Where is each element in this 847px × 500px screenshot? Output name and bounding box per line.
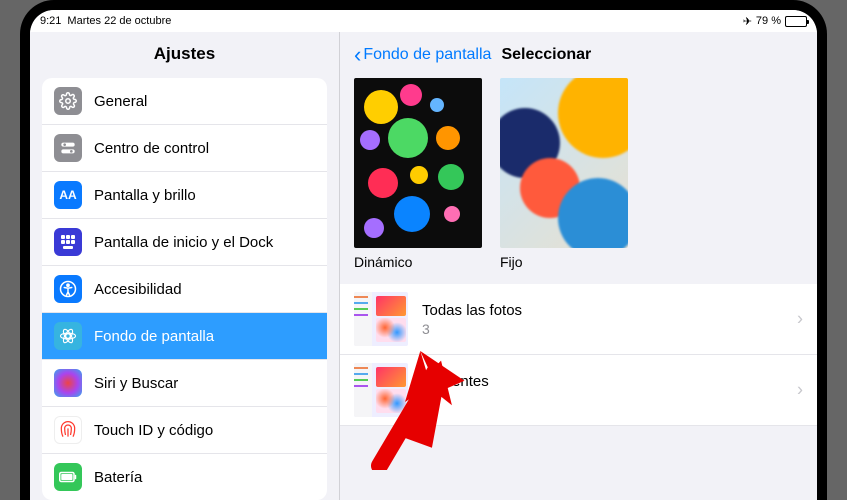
wallpaper-categories: Dinámico Fijo: [340, 78, 817, 284]
album-row-recents[interactable]: Recientes 3 ›: [340, 355, 817, 426]
battery-percent: 79 %: [756, 15, 781, 27]
sidebar-item-display-brightness[interactable]: AA Pantalla y brillo: [42, 172, 327, 219]
sidebar-item-label: Touch ID y código: [94, 422, 213, 439]
wallpaper-tile-static[interactable]: Fijo: [500, 78, 628, 270]
sidebar-item-control-center[interactable]: Centro de control: [42, 125, 327, 172]
album-count: 3: [422, 392, 489, 408]
back-button[interactable]: ‹ Fondo de pantalla: [354, 44, 491, 66]
album-thumb: [354, 292, 408, 346]
device-frame: 9:21 Martes 22 de octubre ✈ 79 % Ajustes: [20, 0, 827, 500]
sidebar-item-label: Centro de control: [94, 140, 209, 157]
settings-sidebar: Ajustes General Centro de control: [30, 32, 340, 500]
album-name: Todas las fotos: [422, 302, 522, 319]
siri-icon: [54, 369, 82, 397]
sidebar-item-battery[interactable]: Batería: [42, 454, 327, 500]
accessibility-icon: [54, 275, 82, 303]
settings-list: General Centro de control AA Pantalla y …: [42, 78, 327, 500]
chevron-right-icon: ›: [797, 380, 803, 401]
fingerprint-icon: [54, 416, 82, 444]
detail-pane: ‹ Fondo de pantalla Seleccionar: [340, 32, 817, 500]
wallpaper-label: Fijo: [500, 254, 628, 270]
album-name: Recientes: [422, 373, 489, 390]
album-count: 3: [422, 321, 522, 337]
photo-albums-list: Todas las fotos 3 › Recientes 3 ›: [340, 284, 817, 426]
sidebar-item-touchid[interactable]: Touch ID y código: [42, 407, 327, 454]
chevron-right-icon: ›: [797, 309, 803, 330]
text-size-icon: AA: [54, 181, 82, 209]
grid-icon: [54, 228, 82, 256]
sidebar-title: Ajustes: [30, 32, 339, 78]
wallpaper-icon: [54, 322, 82, 350]
sidebar-item-home-dock[interactable]: Pantalla de inicio y el Dock: [42, 219, 327, 266]
sidebar-item-accessibility[interactable]: Accesibilidad: [42, 266, 327, 313]
detail-header: ‹ Fondo de pantalla Seleccionar: [340, 32, 817, 78]
status-date: Martes 22 de octubre: [67, 15, 171, 27]
sidebar-item-label: Pantalla y brillo: [94, 187, 196, 204]
sidebar-item-label: Batería: [94, 469, 142, 486]
sidebar-item-label: Fondo de pantalla: [94, 328, 214, 345]
detail-title: Seleccionar: [501, 46, 591, 64]
screen: 9:21 Martes 22 de octubre ✈ 79 % Ajustes: [30, 10, 817, 500]
airplane-icon: ✈: [743, 15, 752, 28]
chevron-left-icon: ‹: [354, 44, 361, 66]
battery-icon: [785, 16, 807, 27]
gear-icon: [54, 87, 82, 115]
switches-icon: [54, 134, 82, 162]
status-time: 9:21: [40, 15, 61, 27]
sidebar-item-label: General: [94, 93, 147, 110]
sidebar-item-label: Pantalla de inicio y el Dock: [94, 234, 273, 251]
wallpaper-label: Dinámico: [354, 254, 482, 270]
sidebar-item-label: Siri y Buscar: [94, 375, 178, 392]
sidebar-item-wallpaper[interactable]: Fondo de pantalla: [42, 313, 327, 360]
dynamic-wallpaper-thumb: [354, 78, 482, 248]
wallpaper-tile-dynamic[interactable]: Dinámico: [354, 78, 482, 270]
status-bar: 9:21 Martes 22 de octubre ✈ 79 %: [30, 10, 817, 32]
sidebar-item-label: Accesibilidad: [94, 281, 182, 298]
back-label: Fondo de pantalla: [363, 46, 491, 64]
sidebar-item-siri-search[interactable]: Siri y Buscar: [42, 360, 327, 407]
album-row-all-photos[interactable]: Todas las fotos 3 ›: [340, 284, 817, 355]
battery-menu-icon: [54, 463, 82, 491]
sidebar-item-general[interactable]: General: [42, 78, 327, 125]
album-thumb: [354, 363, 408, 417]
static-wallpaper-thumb: [500, 78, 628, 248]
